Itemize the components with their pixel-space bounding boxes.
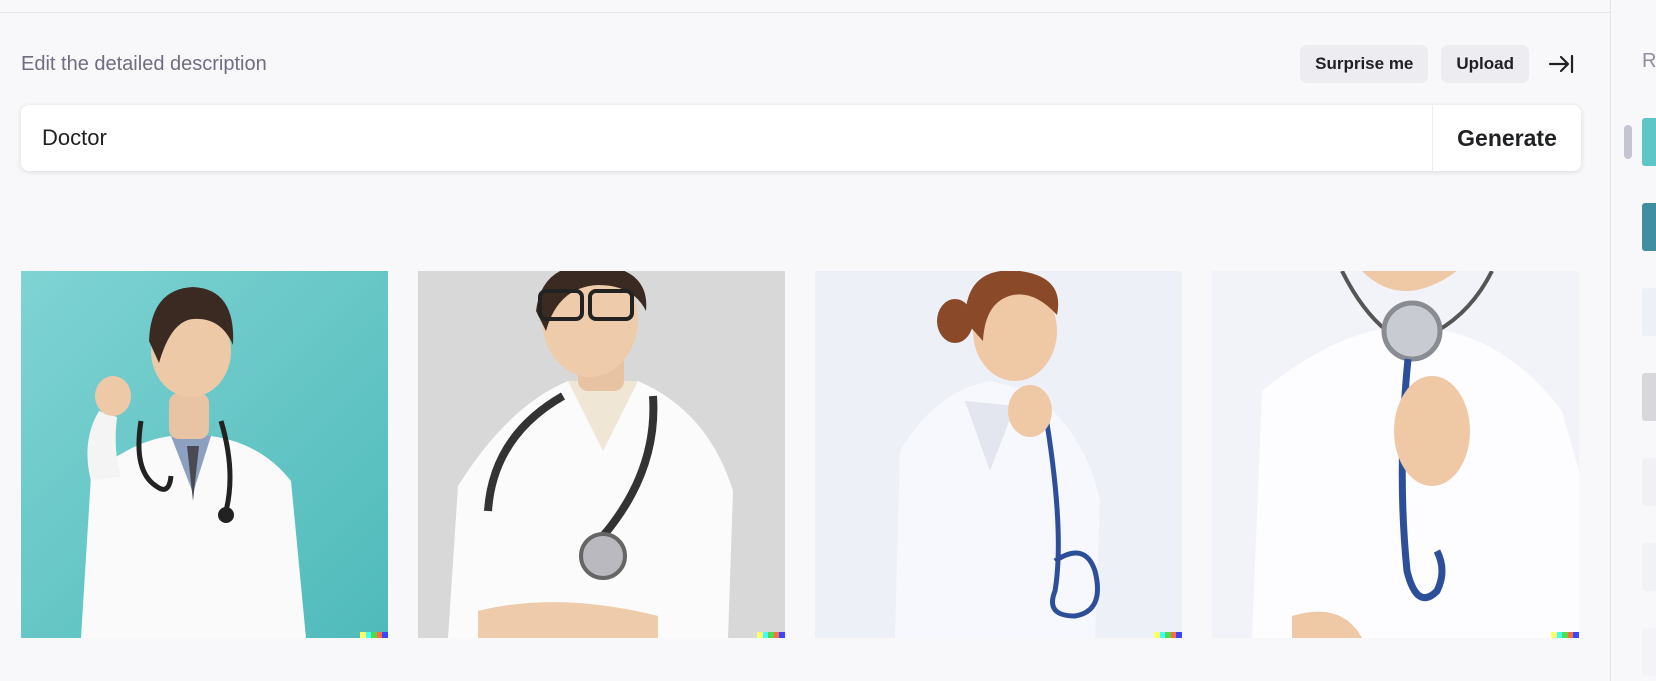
history-sidebar: R [1610,0,1656,681]
history-thumb[interactable] [1642,288,1656,336]
history-thumb[interactable] [1642,458,1656,506]
result-image-4[interactable] [1212,271,1579,638]
prompt-input[interactable] [21,105,1432,171]
watermark [360,632,388,638]
history-thumb[interactable] [1642,118,1656,166]
top-bar [0,0,1610,13]
editor-heading: Edit the detailed description [21,52,267,75]
sidebar-scrollbar[interactable] [1624,125,1632,159]
editor-main: Edit the detailed description Surprise m… [0,13,1610,681]
editor-header: Edit the detailed description Surprise m… [21,44,1581,84]
results-grid [21,271,1581,638]
result-image-1[interactable] [21,271,388,638]
watermark [1551,632,1579,638]
watermark [757,632,785,638]
doctor-image [1212,271,1579,638]
doctor-image [21,271,388,638]
result-image-2[interactable] [418,271,785,638]
history-thumb[interactable] [1642,373,1656,421]
prompt-box: Generate [21,105,1581,171]
doctor-image [418,271,785,638]
surprise-me-button[interactable]: Surprise me [1300,45,1429,83]
generate-button[interactable]: Generate [1432,105,1581,171]
upload-button[interactable]: Upload [1441,45,1529,83]
watermark [1154,632,1182,638]
history-thumb[interactable] [1642,543,1656,591]
sidebar-title: R [1642,50,1656,72]
result-image-3[interactable] [815,271,1182,638]
history-thumb[interactable] [1642,203,1656,251]
collapse-right-icon [1548,54,1574,74]
collapse-panel-button[interactable] [1541,45,1581,83]
doctor-image [815,271,1182,638]
history-thumb[interactable] [1642,628,1656,676]
